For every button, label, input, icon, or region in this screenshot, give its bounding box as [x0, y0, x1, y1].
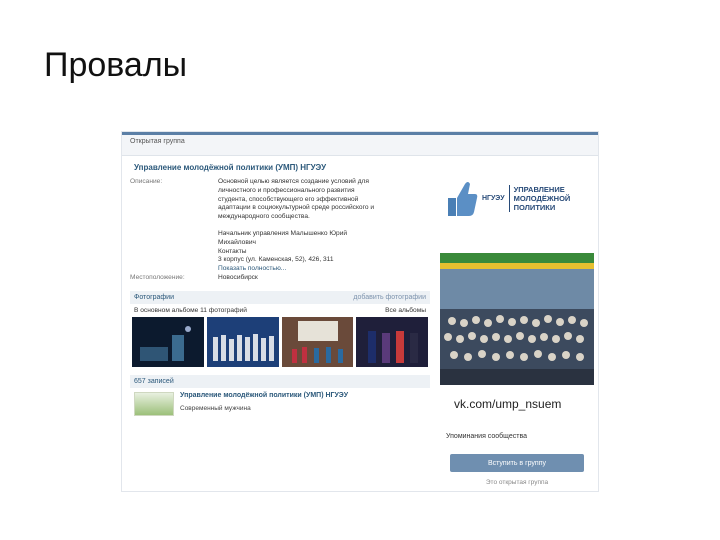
- posts-header: 657 записей: [130, 374, 430, 388]
- info-line: международного сообщества.: [218, 213, 310, 221]
- post-subtitle: Современный мужчина: [180, 404, 251, 412]
- photos-title-link[interactable]: Фотографии: [134, 294, 174, 301]
- album-count: В основном альбоме 11 фотографий: [134, 306, 247, 314]
- info-line: Основной целью является создание условий…: [218, 178, 369, 185]
- post-body: Управление молодёжной политики (УМП) НГУ…: [180, 392, 348, 416]
- vk-group-screenshot: Открытая группа Управление молодёжной по…: [122, 132, 598, 491]
- info-row-description: Описание: Основной целью является создан…: [130, 178, 430, 274]
- info-line: Начальник управления Малышенко Юрий: [218, 229, 348, 237]
- photo-strip: [130, 316, 430, 367]
- info-value: Основной целью является создание условий…: [218, 178, 430, 274]
- logo-line: ПОЛИТИКИ: [513, 202, 556, 212]
- add-photos-link[interactable]: добавить фотографии: [353, 294, 426, 301]
- group-cover-photo: [440, 253, 594, 385]
- logo-line: УПРАВЛЕНИЕ: [513, 184, 565, 194]
- posts-count[interactable]: 657 записей: [134, 378, 174, 385]
- mentions-link[interactable]: Упоминания сообщества: [446, 433, 594, 440]
- group-url[interactable]: vk.com/ump_nsuem: [454, 397, 594, 411]
- post-avatar: [134, 391, 174, 416]
- photo-thumbnail[interactable]: [132, 316, 204, 367]
- info-label: Описание:: [130, 178, 163, 185]
- all-albums-link[interactable]: Все альбомы: [385, 307, 426, 314]
- group-main-column: Управление молодёжной политики (УМП) НГУ…: [130, 157, 430, 420]
- group-logo: НГУЭУ УПРАВЛЕНИЕ МОЛОДЁЖНОЙ ПОЛИТИКИ: [440, 157, 594, 239]
- post-item: Управление молодёжной политики (УМП) НГУ…: [130, 388, 430, 420]
- photo-thumbnail[interactable]: [206, 316, 279, 367]
- album-row: В основном альбоме 11 фотографий Все аль…: [130, 304, 430, 317]
- show-more-link[interactable]: Показать полностью...: [218, 265, 430, 274]
- info-line: Контакты: [218, 247, 247, 255]
- post-author[interactable]: Управление молодёжной политики (УМП) НГУ…: [180, 392, 348, 399]
- photo-thumbnail[interactable]: [356, 316, 428, 367]
- info-line: адаптации в социокультурной среде россий…: [218, 204, 375, 212]
- info-row-location: Местоположение: Новосибирск: [130, 274, 430, 283]
- logo-abbr: НГУЭУ: [482, 194, 505, 202]
- group-side-column: НГУЭУ УПРАВЛЕНИЕ МОЛОДЁЖНОЙ ПОЛИТИКИ vk.…: [440, 157, 594, 486]
- thumbs-up-icon: [448, 182, 478, 216]
- info-line: Михайлович: [218, 238, 256, 246]
- photo-thumbnail[interactable]: [281, 316, 354, 367]
- group-name: Управление молодёжной политики (УМП) НГУ…: [134, 163, 327, 172]
- logo-text: УПРАВЛЕНИЕ МОЛОДЁЖНОЙ ПОЛИТИКИ: [508, 184, 571, 212]
- slide-title: Провалы: [44, 46, 188, 84]
- join-group-button[interactable]: Вступить в группу: [450, 454, 584, 472]
- info-value: Новосибирск: [218, 273, 258, 281]
- photos-header: Фотографии добавить фотографии: [130, 290, 430, 304]
- info-line: 3 корпус (ул. Каменская, 52), 426, 311: [218, 256, 334, 264]
- group-type-label: Открытая группа: [122, 135, 598, 156]
- logo-line: МОЛОДЁЖНОЙ: [513, 193, 571, 203]
- info-label: Местоположение:: [130, 273, 185, 281]
- info-line: личностного и профессионального развития: [218, 186, 355, 194]
- open-group-note: Это открытая группа: [485, 479, 549, 486]
